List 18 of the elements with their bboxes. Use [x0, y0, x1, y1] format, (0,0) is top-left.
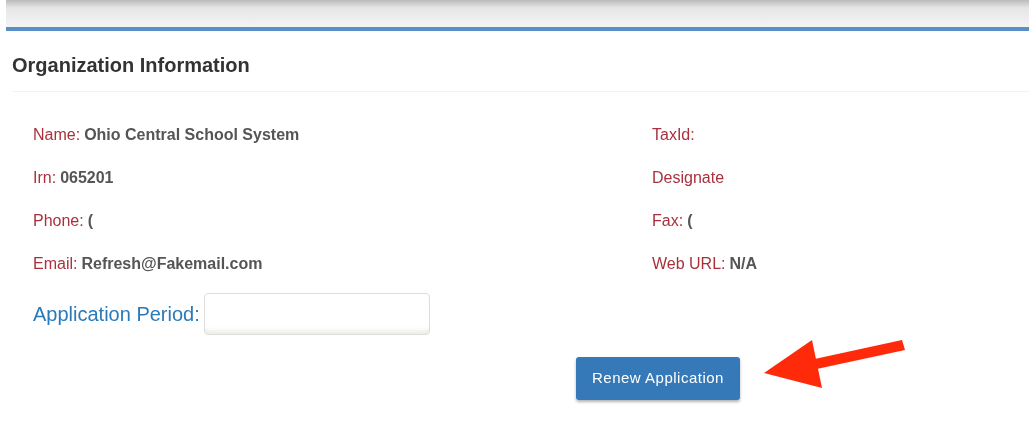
field-label: TaxId:: [652, 126, 695, 144]
field-value: (: [687, 212, 693, 230]
section-title: Organization Information: [11, 53, 251, 78]
field-value: (: [87, 212, 94, 230]
field-label: Designate: [652, 169, 725, 187]
field-value: N/A: [729, 255, 758, 273]
field-label: Application Period:: [33, 302, 200, 327]
field-label: Name:: [33, 126, 81, 144]
field-label: Irn:: [33, 169, 57, 187]
field-value: Refresh@Fakemail.com: [81, 255, 263, 273]
field-value: Ohio Central School System: [84, 126, 300, 144]
field-label: Email:: [33, 255, 78, 273]
field-label: Fax:: [652, 212, 684, 230]
renew-button[interactable]: Renew Application: [576, 357, 740, 400]
field-label: Web URL:: [652, 255, 726, 273]
field-value: 065201: [60, 169, 114, 187]
input-field[interactable]: [203, 293, 430, 335]
field-label: Phone:: [33, 212, 84, 230]
